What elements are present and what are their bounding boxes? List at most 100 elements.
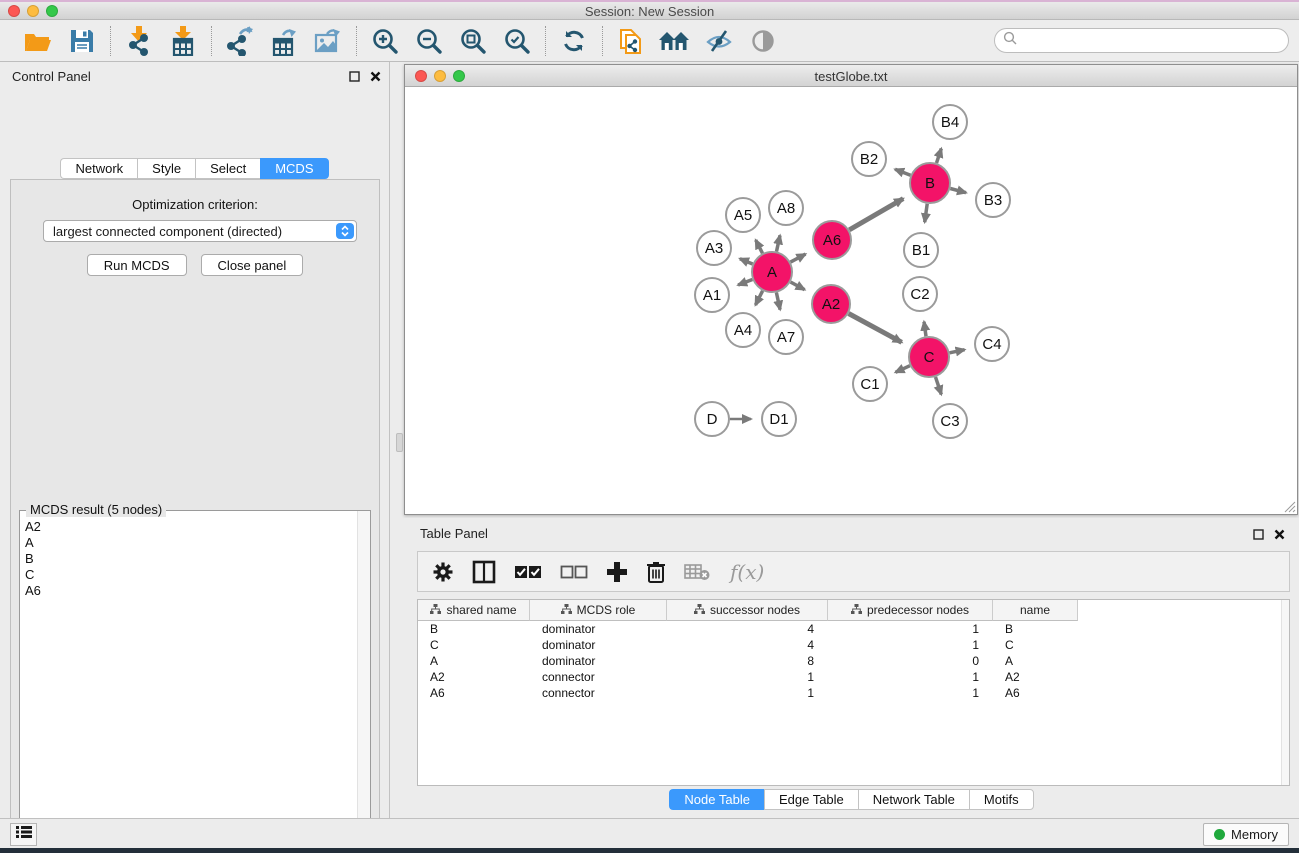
graph-node-A3[interactable]: A3 <box>697 231 731 265</box>
cell-MCDS-role[interactable]: connector <box>530 669 667 685</box>
network-window-titlebar[interactable]: testGlobe.txt <box>405 65 1297 87</box>
cell-shared-name[interactable]: C <box>418 637 530 653</box>
graph-node-D1[interactable]: D1 <box>762 402 796 436</box>
graph-node-C3[interactable]: C3 <box>933 404 967 438</box>
cell-MCDS-role[interactable]: connector <box>530 685 667 701</box>
graph-node-A1[interactable]: A1 <box>695 278 729 312</box>
deselect-all-icon[interactable] <box>560 565 588 579</box>
home-icon[interactable] <box>657 25 693 57</box>
mcds-result-item[interactable]: A6 <box>21 583 356 599</box>
graph-node-C2[interactable]: C2 <box>903 277 937 311</box>
export-table-icon[interactable] <box>266 25 302 57</box>
cell-successor-nodes[interactable]: 1 <box>667 685 828 701</box>
refresh-layout-icon[interactable] <box>556 25 592 57</box>
graph-node-B[interactable]: B <box>910 163 950 203</box>
tab-motifs[interactable]: Motifs <box>969 789 1034 810</box>
cell-predecessor-nodes[interactable]: 0 <box>828 653 993 669</box>
memory-button[interactable]: Memory <box>1203 823 1289 846</box>
column-header-successor-nodes[interactable]: successor nodes <box>667 600 828 621</box>
cell-name[interactable]: A <box>993 653 1078 669</box>
tab-network-table[interactable]: Network Table <box>858 789 969 810</box>
cell-predecessor-nodes[interactable]: 1 <box>828 685 993 701</box>
table-row[interactable]: A2connector11A2 <box>418 669 1289 685</box>
delete-row-icon[interactable] <box>646 560 666 584</box>
cell-successor-nodes[interactable]: 8 <box>667 653 828 669</box>
table-row[interactable]: A6connector11A6 <box>418 685 1289 701</box>
cell-successor-nodes[interactable]: 4 <box>667 637 828 653</box>
cell-MCDS-role[interactable]: dominator <box>530 621 667 637</box>
graph-node-A6[interactable]: A6 <box>813 221 851 259</box>
node-table[interactable]: shared nameMCDS rolesuccessor nodesprede… <box>417 599 1290 786</box>
float-panel-icon[interactable] <box>349 69 360 87</box>
settings-gear-icon[interactable] <box>432 561 454 583</box>
graph-node-A2[interactable]: A2 <box>812 285 850 323</box>
cell-successor-nodes[interactable]: 1 <box>667 669 828 685</box>
cell-name[interactable]: A2 <box>993 669 1078 685</box>
graph-node-B1[interactable]: B1 <box>904 233 938 267</box>
cell-predecessor-nodes[interactable]: 1 <box>828 637 993 653</box>
panel-divider-grip[interactable] <box>396 433 403 452</box>
cell-name[interactable]: C <box>993 637 1078 653</box>
criterion-select[interactable]: largest connected component (directed) <box>43 220 357 242</box>
graph-node-C4[interactable]: C4 <box>975 327 1009 361</box>
column-header-shared-name[interactable]: shared name <box>418 600 530 621</box>
tab-style[interactable]: Style <box>137 158 195 179</box>
zoom-selected-icon[interactable] <box>499 25 535 57</box>
graph-node-C1[interactable]: C1 <box>853 367 887 401</box>
zoom-in-icon[interactable] <box>367 25 403 57</box>
open-session-icon[interactable] <box>20 25 56 57</box>
tab-mcds[interactable]: MCDS <box>260 158 328 179</box>
mcds-result-item[interactable]: B <box>21 551 356 567</box>
graph-node-B4[interactable]: B4 <box>933 105 967 139</box>
search-input[interactable] <box>1022 31 1288 51</box>
mcds-result-item[interactable]: C <box>21 567 356 583</box>
tab-network[interactable]: Network <box>60 158 137 179</box>
close-panel-button[interactable]: Close panel <box>201 254 304 276</box>
window-resize-grip[interactable] <box>1282 499 1296 513</box>
column-layout-icon[interactable] <box>472 560 496 584</box>
graph-node-B2[interactable]: B2 <box>852 142 886 176</box>
cell-name[interactable]: B <box>993 621 1078 637</box>
column-header-name[interactable]: name <box>993 600 1078 621</box>
select-all-icon[interactable] <box>514 565 542 579</box>
mcds-result-item[interactable]: A2 <box>21 519 356 535</box>
cell-name[interactable]: A6 <box>993 685 1078 701</box>
run-mcds-button[interactable]: Run MCDS <box>87 254 187 276</box>
task-history-button[interactable] <box>10 823 37 846</box>
zoom-fit-icon[interactable] <box>455 25 491 57</box>
mcds-result-item[interactable]: A <box>21 535 356 551</box>
export-image-icon[interactable] <box>310 25 346 57</box>
column-header-predecessor-nodes[interactable]: predecessor nodes <box>828 600 993 621</box>
hide-elements-icon[interactable] <box>701 25 737 57</box>
graph-node-A7[interactable]: A7 <box>769 320 803 354</box>
cell-shared-name[interactable]: A <box>418 653 530 669</box>
graph-node-B3[interactable]: B3 <box>976 183 1010 217</box>
cell-shared-name[interactable]: B <box>418 621 530 637</box>
close-table-panel-icon[interactable] <box>1274 527 1285 545</box>
graph-node-D[interactable]: D <box>695 402 729 436</box>
import-network-icon[interactable] <box>121 25 157 57</box>
cell-predecessor-nodes[interactable]: 1 <box>828 621 993 637</box>
graph-node-A8[interactable]: A8 <box>769 191 803 225</box>
cell-shared-name[interactable]: A2 <box>418 669 530 685</box>
close-panel-icon[interactable] <box>370 69 381 87</box>
show-elements-icon[interactable] <box>745 25 781 57</box>
cell-predecessor-nodes[interactable]: 1 <box>828 669 993 685</box>
cell-successor-nodes[interactable]: 4 <box>667 621 828 637</box>
add-row-icon[interactable] <box>606 561 628 583</box>
zoom-out-icon[interactable] <box>411 25 447 57</box>
tab-select[interactable]: Select <box>195 158 260 179</box>
column-header-MCDS-role[interactable]: MCDS role <box>530 600 667 621</box>
graph-node-C[interactable]: C <box>909 337 949 377</box>
table-scrollbar[interactable] <box>1281 600 1289 785</box>
search-field[interactable] <box>994 28 1289 53</box>
graph-node-A4[interactable]: A4 <box>726 313 760 347</box>
graph-node-A[interactable]: A <box>752 252 792 292</box>
mcds-result-scrollbar[interactable] <box>357 511 370 851</box>
graph-node-A5[interactable]: A5 <box>726 198 760 232</box>
copy-network-icon[interactable] <box>613 25 649 57</box>
tab-edge-table[interactable]: Edge Table <box>764 789 858 810</box>
table-row[interactable]: Adominator80A <box>418 653 1289 669</box>
cell-shared-name[interactable]: A6 <box>418 685 530 701</box>
table-row[interactable]: Cdominator41C <box>418 637 1289 653</box>
